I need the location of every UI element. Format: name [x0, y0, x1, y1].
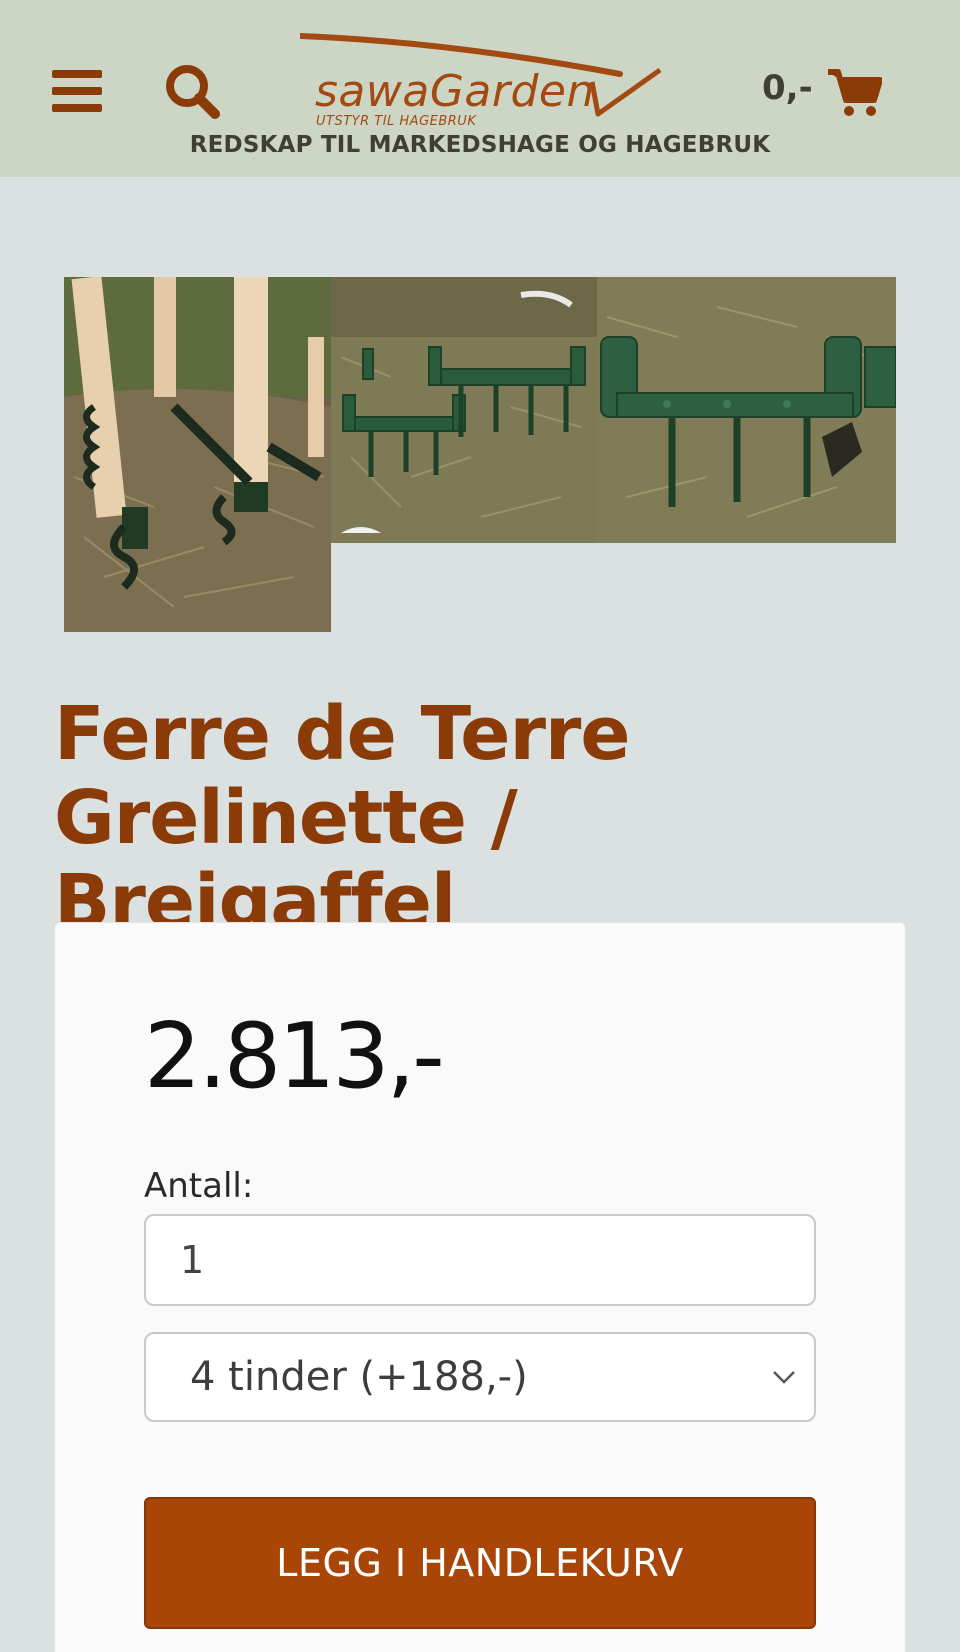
add-to-cart-button[interactable]: LEGG I HANDLEKURV [144, 1497, 816, 1629]
logo-subtitle: UTSTYR TIL HAGEBRUK [316, 114, 477, 129]
product-image-2[interactable] [331, 277, 597, 543]
quantity-label: Antall: [144, 1166, 254, 1206]
chevron-down-icon [773, 1371, 795, 1384]
search-icon[interactable] [165, 64, 221, 120]
product-image-3[interactable] [597, 277, 896, 543]
variant-selected-value: 4 tinder (+188,-) [190, 1354, 528, 1400]
shopping-cart-icon[interactable] [826, 68, 883, 118]
product-title-line2: Grelinette / Breigaffel [54, 775, 518, 945]
variant-select[interactable]: 4 tinder (+188,-) [144, 1332, 816, 1422]
product-title-line1: Ferre de Terre [54, 691, 631, 777]
cart-total[interactable]: 0,- [762, 68, 813, 108]
quantity-input[interactable] [144, 1214, 816, 1306]
product-price: 2.813,- [144, 1004, 445, 1109]
site-tagline: REDSKAP TIL MARKEDSHAGE OG HAGEBRUK [189, 132, 771, 158]
site-logo[interactable]: sawaGarden UTSTYR TIL HAGEBRUK [300, 32, 665, 132]
logo-wordmark: sawaGarden [315, 66, 595, 117]
product-title: Ferre de Terre Grelinette / Breigaffel [54, 692, 934, 944]
site-header: sawaGarden UTSTYR TIL HAGEBRUK REDSKAP T… [0, 0, 960, 177]
hamburger-menu-icon[interactable] [52, 70, 102, 112]
product-image-1[interactable] [64, 277, 331, 632]
